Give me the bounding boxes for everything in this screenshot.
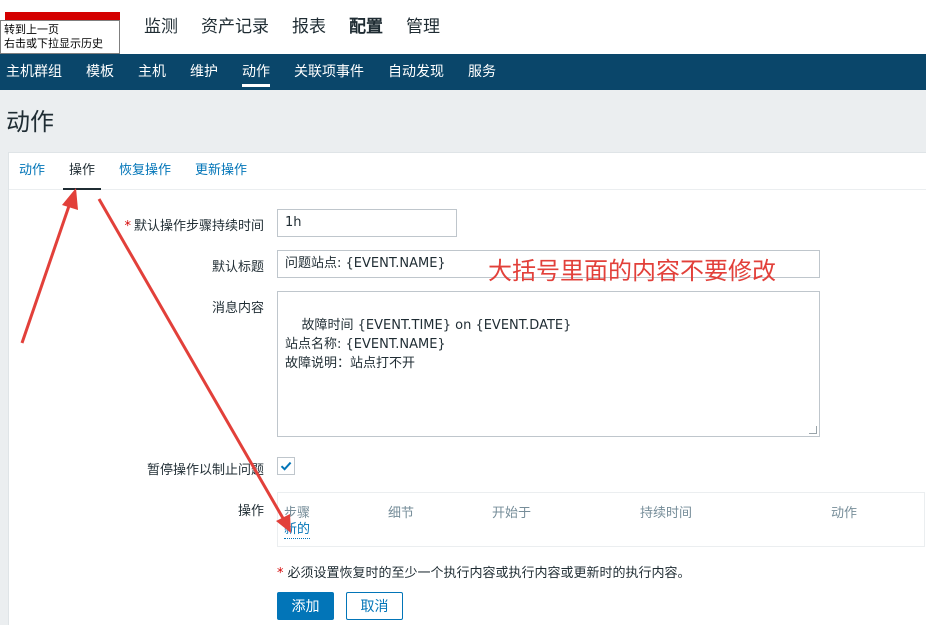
tab-update-operations[interactable]: 更新操作: [195, 153, 247, 189]
page-title: 动作: [6, 108, 54, 136]
sub-nav: 主机群组 模板 主机 维护 动作 关联项事件 自动发现 服务: [0, 54, 926, 90]
message-textarea[interactable]: 故障时间 {EVENT.TIME} on {EVENT.DATE} 站点名称: …: [277, 291, 820, 437]
sub-nav-event-correlation[interactable]: 关联项事件: [294, 54, 364, 90]
subject-label: 默认标题: [211, 260, 264, 275]
main-nav-monitoring[interactable]: 监测: [144, 16, 178, 38]
form-tabs: 动作 操作 恢复操作 更新操作: [9, 153, 926, 190]
tab-action[interactable]: 动作: [19, 153, 45, 189]
sub-nav-host-groups[interactable]: 主机群组: [6, 54, 62, 90]
tooltip-line-1: 转到上一页: [4, 23, 59, 36]
pause-checkbox[interactable]: [277, 457, 295, 475]
sub-nav-discovery[interactable]: 自动发现: [388, 54, 444, 90]
tab-recovery-operations[interactable]: 恢复操作: [119, 153, 171, 189]
message-label: 消息内容: [211, 301, 264, 316]
column-header-duration: 持续时间: [640, 506, 693, 521]
column-header-action: 动作: [831, 506, 858, 521]
step-duration-input[interactable]: 1h: [277, 209, 457, 237]
main-nav-administration[interactable]: 管理: [406, 16, 440, 38]
main-nav-reports[interactable]: 报表: [292, 16, 326, 38]
back-tooltip: 转到上一页 右击或下拉显示历史: [0, 20, 120, 54]
column-header-step: 步骤: [284, 506, 311, 521]
required-mark: *: [124, 219, 131, 234]
checkmark-icon: [280, 461, 292, 471]
note-required-mark: *: [277, 566, 284, 581]
required-note: * 必须设置恢复时的至少一个执行内容或执行内容或更新时的执行内容。: [277, 562, 691, 581]
operations-label: 操作: [237, 504, 264, 519]
add-button[interactable]: 添加: [277, 592, 334, 620]
main-nav-configuration[interactable]: 配置: [349, 16, 383, 38]
sub-nav-maintenance[interactable]: 维护: [190, 54, 218, 90]
sub-nav-actions[interactable]: 动作: [242, 54, 270, 90]
main-nav: 监测 资产记录 报表 配置 管理: [144, 16, 463, 38]
operations-table: 步骤 细节 开始于 持续时间 动作 新的: [277, 492, 925, 547]
sub-nav-services[interactable]: 服务: [468, 54, 496, 90]
pause-label: 暂停操作以制止问题: [146, 463, 264, 478]
step-duration-label-text: 默认操作步骤持续时间: [133, 219, 264, 234]
cancel-button[interactable]: 取消: [346, 592, 403, 620]
note-text: 必须设置恢复时的至少一个执行内容或执行内容或更新时的执行内容。: [287, 566, 691, 581]
tab-operations[interactable]: 操作: [63, 153, 102, 190]
new-operation-link[interactable]: 新的: [284, 522, 311, 539]
annotation-text: 大括号里面的内容不要修改: [488, 257, 776, 285]
step-duration-label: * 默认操作步骤持续时间: [24, 215, 264, 234]
sub-nav-templates[interactable]: 模板: [86, 54, 114, 90]
resize-handle-icon[interactable]: [809, 426, 817, 434]
action-form-card: 动作 操作 恢复操作 更新操作 * 默认操作步骤持续时间 1h 默认标题 问题站点…: [8, 152, 926, 625]
sub-nav-hosts[interactable]: 主机: [138, 54, 166, 90]
main-nav-inventory[interactable]: 资产记录: [201, 16, 269, 38]
tooltip-line-2: 右击或下拉显示历史: [4, 37, 103, 50]
column-header-start-in: 开始于: [492, 506, 532, 521]
message-text: 故障时间 {EVENT.TIME} on {EVENT.DATE} 站点名称: …: [285, 318, 572, 371]
column-header-details: 细节: [388, 506, 415, 521]
top-bar: 转到上一页 右击或下拉显示历史 监测 资产记录 报表 配置 管理: [0, 0, 926, 54]
